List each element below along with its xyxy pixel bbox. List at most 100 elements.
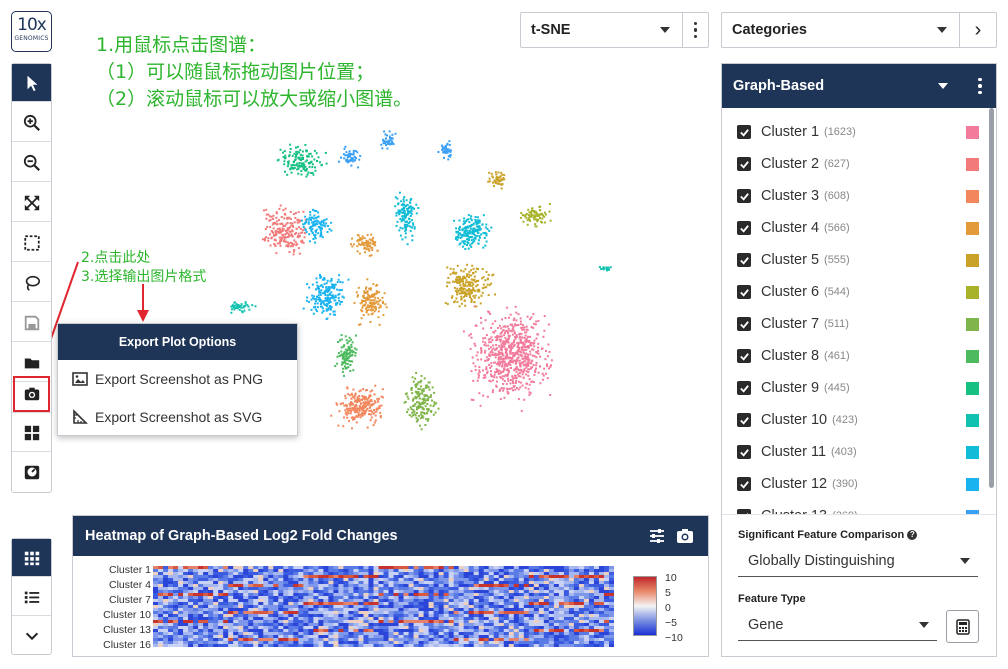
cluster-color-swatch[interactable]: [966, 317, 979, 331]
cluster-row[interactable]: Cluster 3 (608): [737, 180, 982, 212]
logo-text: 10x: [17, 15, 47, 35]
cluster-row[interactable]: Cluster 13(369): [737, 500, 982, 514]
layout-button[interactable]: [12, 414, 51, 452]
checkbox[interactable]: [737, 349, 751, 363]
vector-icon: [73, 409, 88, 424]
heatmap-row-labels: Cluster 1 Cluster 4 Cluster 7 Cluster 10 Clu…: [73, 564, 151, 656]
fit-view-button[interactable]: [12, 184, 51, 222]
categories-label: Categories: [732, 22, 807, 38]
heatmap-row-label: Cluster 10: [103, 609, 151, 621]
feature-type-select[interactable]: Gene: [738, 609, 937, 641]
zoom-out-icon: [23, 154, 40, 171]
style-button[interactable]: [12, 453, 51, 491]
cluster-color-swatch[interactable]: [966, 157, 979, 171]
heatmap-row-label: Cluster 16: [103, 639, 151, 651]
box-select-button[interactable]: [12, 224, 51, 262]
box-select-icon: [23, 234, 40, 251]
cluster-color-swatch[interactable]: [966, 413, 979, 427]
colorbar-tick: −5: [665, 617, 677, 629]
cluster-color-swatch[interactable]: [966, 125, 979, 139]
cluster-row[interactable]: Cluster 11 (403): [737, 436, 982, 468]
caret-down-icon: [660, 27, 670, 33]
cluster-count: (1623): [824, 126, 856, 138]
export-png-label: Export Screenshot as PNG: [95, 371, 264, 387]
sig-feature-select[interactable]: Globally Distinguishing: [738, 545, 978, 577]
zoom-out-button[interactable]: [12, 144, 51, 182]
checkbox[interactable]: [737, 477, 751, 491]
grid-view-button[interactable]: [12, 539, 51, 577]
cluster-color-swatch[interactable]: [966, 477, 979, 491]
cluster-name: Cluster 8: [761, 348, 820, 364]
cluster-row[interactable]: Cluster 8 (461): [737, 340, 982, 372]
projection-menu-icon[interactable]: [682, 13, 708, 47]
chevron-right-icon[interactable]: ›: [959, 13, 996, 47]
projection-dropdown[interactable]: t-SNE: [520, 12, 709, 48]
heatmap-row-label: Cluster 1: [108, 564, 151, 576]
logo-subtext: GENOMICS: [14, 35, 49, 42]
projection-label: t-SNE: [531, 22, 571, 38]
cluster-color-swatch[interactable]: [966, 221, 979, 235]
colorbar-tick: −10: [665, 632, 683, 644]
save-button[interactable]: [12, 304, 51, 342]
category-menu-icon[interactable]: [970, 77, 990, 95]
cluster-color-swatch[interactable]: [966, 285, 979, 299]
cluster-count: (461): [824, 350, 850, 362]
feature-type-value: Gene: [748, 616, 784, 633]
checkbox[interactable]: [737, 221, 751, 235]
export-svg-option[interactable]: Export Screenshot as SVG: [58, 398, 297, 436]
collapse-button[interactable]: [12, 617, 51, 655]
help-icon[interactable]: ?: [907, 530, 918, 541]
cluster-row[interactable]: Cluster 2 (627): [737, 148, 982, 180]
sig-feature-label: Significant Feature Comparison ?: [738, 529, 918, 541]
calculator-icon: [955, 618, 970, 635]
expand-icon: [24, 195, 39, 210]
cluster-name: Cluster 2: [761, 156, 820, 172]
cluster-row[interactable]: Cluster 12 (390): [737, 468, 982, 500]
cluster-count: (511): [824, 318, 849, 330]
cluster-color-swatch[interactable]: [966, 381, 979, 395]
cluster-row[interactable]: Cluster 6 (544): [737, 276, 982, 308]
checkbox[interactable]: [737, 189, 751, 203]
zoom-in-button[interactable]: [12, 104, 51, 142]
checkbox[interactable]: [737, 253, 751, 267]
cluster-row[interactable]: Cluster 5 (555): [737, 244, 982, 276]
export-plot-options-menu: Export Plot Options Export Screenshot as…: [57, 323, 298, 436]
cluster-count: (390): [832, 478, 858, 490]
cluster-row[interactable]: Cluster 7 (511): [737, 308, 982, 340]
checkbox[interactable]: [737, 317, 751, 331]
grid-icon: [24, 425, 39, 440]
feature-settings: Significant Feature Comparison ? Globall…: [722, 514, 996, 656]
cluster-row[interactable]: Cluster 9 (445): [737, 372, 982, 404]
cluster-row[interactable]: Cluster 4 (566): [737, 212, 982, 244]
checkbox[interactable]: [737, 445, 751, 459]
heatmap-title: Heatmap of Graph-Based Log2 Fold Changes: [85, 528, 398, 544]
cluster-color-swatch[interactable]: [966, 349, 979, 363]
annotation-line: 1.用鼠标点击图谱：: [96, 34, 267, 56]
colorbar-tick: 0: [665, 602, 671, 614]
cluster-row[interactable]: Cluster 1 (1623): [737, 116, 982, 148]
graph-based-dropdown[interactable]: Graph-Based: [722, 64, 996, 108]
checkbox[interactable]: [737, 125, 751, 139]
calculator-button[interactable]: [946, 610, 979, 643]
export-screenshot-button[interactable]: [12, 375, 51, 413]
checkbox[interactable]: [737, 381, 751, 395]
checkbox[interactable]: [737, 285, 751, 299]
sliders-icon[interactable]: [648, 527, 666, 545]
camera-icon[interactable]: [676, 527, 694, 545]
list-view-button[interactable]: [12, 578, 51, 616]
cluster-row[interactable]: Cluster 10 (423): [737, 404, 982, 436]
cluster-color-swatch[interactable]: [966, 253, 979, 267]
export-png-option[interactable]: Export Screenshot as PNG: [58, 360, 297, 398]
cluster-count: (608): [824, 190, 850, 202]
checkbox[interactable]: [737, 157, 751, 171]
cluster-name: Cluster 9: [761, 380, 820, 396]
checkbox[interactable]: [737, 413, 751, 427]
zoom-in-icon: [23, 114, 40, 131]
categories-dropdown[interactable]: Categories ›: [721, 12, 997, 48]
cluster-color-swatch[interactable]: [966, 189, 979, 203]
lasso-select-button[interactable]: [12, 264, 51, 302]
grid-view-icon: [24, 551, 39, 565]
cluster-color-swatch[interactable]: [966, 445, 979, 459]
heatmap-grid[interactable]: [153, 566, 614, 647]
select-tool-button[interactable]: [12, 64, 51, 102]
